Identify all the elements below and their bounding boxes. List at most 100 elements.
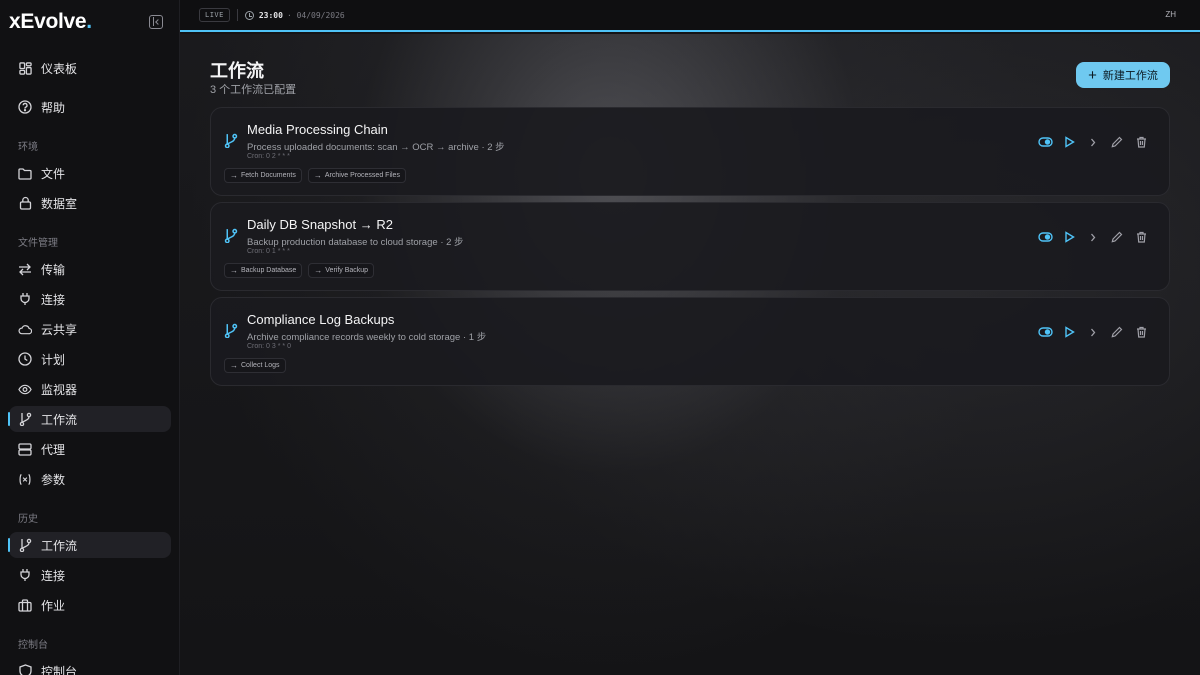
plug-icon [18, 568, 32, 582]
chevron-right-icon[interactable] [1081, 229, 1105, 245]
workflow-cron: Cron: 0 3 * * 0 [247, 343, 291, 350]
arrow-right-icon: → [230, 361, 238, 370]
sidebar-item-label: 控制台 [41, 664, 78, 675]
sidebar-item-history-workflows[interactable]: 工作流 [8, 532, 171, 558]
delete-icon[interactable] [1129, 324, 1153, 340]
run-icon[interactable] [1057, 134, 1081, 150]
workflow-icon [18, 538, 32, 552]
sidebar-item-label: 参数 [41, 472, 66, 487]
dashboard-icon [18, 61, 32, 75]
topbar: LIVE 23:00 · 04/09/2026 ZH [180, 0, 1200, 32]
sidebar-item-dashboard[interactable]: 仪表板 [9, 55, 171, 81]
sidebar-item-parameters[interactable]: 参数 [9, 466, 171, 492]
sidebar-item-label: 云共享 [41, 322, 78, 337]
new-workflow-button-label: 新建工作流 [1102, 70, 1158, 82]
sidebar-item-history-connections[interactable]: 连接 [9, 562, 171, 588]
current-time: 23:00 [258, 10, 283, 20]
edit-icon[interactable] [1105, 134, 1129, 150]
sidebar-item-label: 文件 [41, 166, 66, 181]
brand-row: xEvolve. [0, 0, 179, 44]
sidebar-item-jobs[interactable]: 作业 [9, 592, 171, 618]
edit-icon[interactable] [1105, 324, 1129, 340]
workflow-name: Daily DB Snapshot → R2 [247, 217, 393, 232]
help-icon [18, 100, 32, 114]
page-title: 工作流 [210, 61, 264, 81]
workflow-icon [224, 228, 238, 248]
step-chip: → Collect Logs [224, 358, 286, 373]
run-icon[interactable] [1057, 229, 1081, 245]
sidebar-item-label: 计划 [41, 352, 66, 367]
sidebar-collapse-icon[interactable] [149, 15, 163, 29]
sidebar-item-help[interactable]: 帮助 [9, 94, 171, 120]
workflow-description: Process uploaded documents: scan → OCR →… [247, 142, 505, 153]
delete-icon[interactable] [1129, 229, 1153, 245]
language-switch[interactable]: ZH [1165, 10, 1176, 19]
sidebar-item-workflows[interactable]: 工作流 [8, 406, 171, 432]
workflow-cron: Cron: 0 1 * * * [247, 248, 290, 255]
main-content: 工作流 3 个工作流已配置 + 新建工作流 Media Processing C… [180, 34, 1200, 675]
delete-icon[interactable] [1129, 134, 1153, 150]
sidebar-item-label: 传输 [41, 262, 66, 277]
sidebar-item-files[interactable]: 文件 [9, 160, 171, 186]
run-icon[interactable] [1057, 324, 1081, 340]
toggle-enabled-icon[interactable] [1033, 324, 1057, 340]
server-icon [18, 442, 32, 456]
sidebar-item-dataroom[interactable]: 数据室 [9, 190, 171, 216]
sidebar-item-label: 帮助 [41, 100, 66, 115]
step-chip: → Backup Database [224, 263, 303, 278]
sidebar-item-cloud-share[interactable]: 云共享 [9, 316, 171, 342]
sidebar-item-connections[interactable]: 连接 [9, 286, 171, 312]
transfer-icon [18, 262, 32, 276]
lock-icon [18, 196, 32, 210]
section-label-console: 控制台 [18, 640, 48, 651]
arrow-right-icon: → [314, 266, 323, 275]
arrow-right-icon: → [313, 171, 322, 180]
sidebar-item-label: 连接 [41, 568, 66, 583]
workflow-icon [224, 133, 238, 153]
section-label-file-management: 文件管理 [18, 238, 58, 249]
section-label-environment: 环境 [18, 142, 38, 153]
cloud-icon [18, 322, 32, 336]
toggle-enabled-icon[interactable] [1033, 229, 1057, 245]
new-workflow-button[interactable]: + 新建工作流 [1076, 62, 1170, 88]
sidebar-item-monitors[interactable]: 监视器 [9, 376, 171, 402]
workflow-card[interactable]: Daily DB Snapshot → R2 Backup production… [210, 202, 1170, 291]
sidebar-item-label: 作业 [41, 598, 66, 613]
workflow-name: Compliance Log Backups [247, 312, 395, 327]
topbar-divider [236, 9, 238, 21]
edit-icon[interactable] [1105, 229, 1129, 245]
folder-icon [18, 166, 32, 180]
workflow-cron: Cron: 0 2 * * * [247, 153, 290, 160]
sidebar-item-label: 连接 [41, 292, 66, 307]
sidebar-item-label: 工作流 [41, 412, 78, 427]
chevron-right-icon[interactable] [1081, 324, 1105, 340]
arrow-right-icon: → [230, 171, 238, 180]
sidebar-item-agents[interactable]: 代理 [9, 436, 171, 462]
chevron-right-icon[interactable] [1081, 134, 1105, 150]
current-date: · 04/09/2026 [286, 10, 345, 20]
sidebar-item-label: 监视器 [41, 382, 78, 397]
sidebar-item-label: 工作流 [41, 538, 78, 553]
workflow-description: Backup production database to cloud stor… [247, 237, 464, 248]
sidebar-item-transfer[interactable]: 传输 [9, 256, 171, 282]
app-logo[interactable]: xEvolve. [9, 10, 92, 34]
step-chip: → Fetch Documents [224, 168, 302, 183]
clock-icon [18, 352, 32, 366]
live-badge: LIVE [199, 8, 230, 22]
eye-icon [18, 382, 32, 396]
workflow-description: Archive compliance records weekly to col… [247, 332, 487, 343]
sidebar-item-schedule[interactable]: 计划 [9, 346, 171, 372]
plus-icon: + [1088, 66, 1097, 84]
toggle-enabled-icon[interactable] [1033, 134, 1057, 150]
briefcase-icon [18, 598, 32, 612]
variable-icon [18, 472, 32, 486]
sidebar-item-label: 数据室 [41, 196, 78, 211]
section-label-history: 历史 [18, 514, 38, 525]
sidebar-item-label: 代理 [41, 442, 66, 457]
workflow-name: Media Processing Chain [247, 122, 388, 137]
clock-icon [244, 10, 254, 20]
step-chip: → Verify Backup [308, 263, 375, 278]
sidebar-item-console[interactable]: 控制台 [9, 658, 171, 675]
workflow-card[interactable]: Media Processing Chain Process uploaded … [210, 107, 1170, 196]
workflow-card[interactable]: Compliance Log Backups Archive complianc… [210, 297, 1170, 386]
